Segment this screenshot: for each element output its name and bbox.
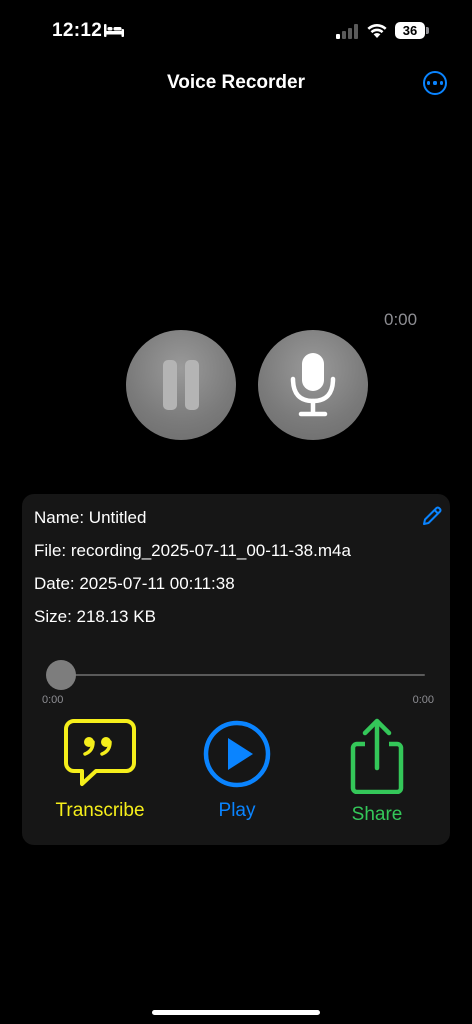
share-button[interactable]: Share — [307, 718, 447, 826]
wifi-icon — [367, 24, 387, 38]
more-dot — [439, 81, 443, 85]
recording-name: Name: Untitled — [34, 508, 147, 527]
playback-duration: 0:00 — [412, 694, 434, 706]
recording-date: Date: 2025-07-11 00:11:38 — [34, 574, 235, 593]
bed-icon — [104, 24, 124, 37]
playback-current-time: 0:00 — [42, 694, 64, 706]
more-dot — [433, 81, 437, 85]
voice-recorder-screen: 12:12 36 Voice Recorder 0:00 Name: Untit… — [0, 0, 472, 1024]
transcribe-label: Transcribe — [55, 800, 145, 821]
ellipsis-circle-icon[interactable] — [423, 71, 447, 95]
recording-file: File: recording_2025-07-11_00-11-38.m4a — [34, 541, 351, 560]
pause-icon — [185, 360, 199, 410]
pencil-icon[interactable] — [420, 504, 444, 528]
status-bar: 12:12 36 — [0, 0, 472, 60]
recording-timer: 0:00 — [384, 310, 418, 329]
battery-icon: 36 — [395, 22, 425, 39]
pause-button[interactable] — [126, 330, 236, 440]
quote-bubble-icon — [64, 719, 136, 786]
record-button[interactable] — [258, 330, 368, 440]
share-icon — [350, 718, 404, 794]
microphone-icon — [290, 353, 336, 417]
battery-nub — [426, 27, 429, 34]
transcribe-button[interactable]: Transcribe — [30, 718, 170, 822]
recording-size: Size: 218.13 KB — [34, 607, 156, 626]
share-label: Share — [351, 804, 403, 825]
more-dot — [427, 81, 431, 85]
pause-icon — [163, 360, 177, 410]
status-time: 12:12 — [52, 20, 103, 41]
playback-slider-thumb[interactable] — [46, 660, 76, 690]
recording-info-card: Name: Untitled File: recording_2025-07-1… — [22, 494, 450, 845]
play-circle-icon — [203, 720, 271, 788]
play-label: Play — [218, 800, 256, 821]
home-indicator[interactable] — [152, 1010, 320, 1015]
cellular-signal-icon — [336, 24, 358, 39]
playback-slider-track[interactable] — [60, 674, 425, 676]
play-button[interactable]: Play — [167, 718, 307, 822]
page-title: Voice Recorder — [167, 72, 305, 93]
